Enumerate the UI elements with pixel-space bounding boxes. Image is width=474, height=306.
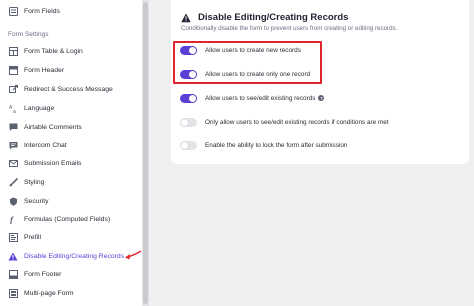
sidebar-item-label: Form Table & Login <box>24 47 83 55</box>
sidebar-item-label: Form Header <box>24 66 65 74</box>
option-label: Allow users to create only one record <box>205 70 311 78</box>
option-label: Allow users to create new records <box>205 46 301 54</box>
sidebar-item-label: Intercom Chat <box>24 141 67 149</box>
sidebar-item-styling[interactable]: Styling <box>8 175 44 189</box>
option-label: Enable the ability to lock the form afte… <box>205 141 348 149</box>
option-lock-after-submission: Enable the ability to lock the form afte… <box>180 139 347 151</box>
sidebar-item-disable-editing[interactable]: Disable Editing/Creating Records <box>8 249 124 263</box>
svg-text:a: a <box>13 109 16 113</box>
toggle-knob <box>189 70 196 78</box>
conditional-edit-toggle[interactable] <box>180 117 197 127</box>
sidebar-item-form-header[interactable]: Form Header <box>8 63 64 77</box>
toggle-knob <box>181 141 188 149</box>
disable-editing-panel: Disable Editing/Creating Records Conditi… <box>171 0 469 164</box>
sidebar-section-label: Form Settings <box>8 31 49 38</box>
create-new-records-toggle[interactable] <box>180 45 197 55</box>
option-create-one-record: Allow users to create only one record <box>180 68 310 80</box>
option-label: Only allow users to see/edit existing re… <box>205 118 389 126</box>
warning-icon <box>8 251 18 261</box>
sidebar-item-form-footer[interactable]: Form Footer <box>8 267 61 281</box>
header-icon <box>8 65 18 75</box>
translate-icon: Aa <box>8 103 18 113</box>
panel-title-text: Disable Editing/Creating Records <box>198 12 349 23</box>
redirect-icon <box>8 84 18 94</box>
sidebar-item-form-table-login[interactable]: Form Table & Login <box>8 44 83 58</box>
sidebar-item-label: Submission Emails <box>24 159 82 167</box>
sidebar-item-label: Airtable Comments <box>24 123 82 131</box>
panel-subtitle: Conditionally disable the form to preven… <box>181 25 398 32</box>
comments-icon <box>8 122 18 132</box>
sidebar-item-label: Redirect & Success Message <box>24 85 113 93</box>
sidebar-scrollbar-thumb[interactable] <box>143 2 148 304</box>
red-arrow-annotation-icon <box>125 250 142 260</box>
lock-after-submission-toggle[interactable] <box>180 140 197 150</box>
sidebar-item-airtable-comments[interactable]: Airtable Comments <box>8 120 82 134</box>
sidebar-item-multi-page-form[interactable]: Multi-page Form <box>8 286 73 300</box>
warning-icon <box>181 13 191 22</box>
toggle-knob <box>181 118 188 126</box>
toggle-knob <box>189 46 196 54</box>
sidebar-item-submission-emails[interactable]: Submission Emails <box>8 156 81 170</box>
prefill-icon <box>8 232 18 242</box>
pages-icon <box>8 288 18 298</box>
sidebar-item-label: Form Footer <box>24 270 62 278</box>
sidebar-item-redirect-success[interactable]: Redirect & Success Message <box>8 82 113 96</box>
sidebar-item-label: Disable Editing/Creating Records <box>24 252 125 260</box>
form-fields-icon <box>8 6 18 16</box>
panel-title: Disable Editing/Creating Records <box>181 12 348 23</box>
sidebar-item-label: Language <box>24 104 55 112</box>
sidebar-item-form-fields[interactable]: Form Fields <box>8 4 60 18</box>
create-one-record-toggle[interactable] <box>180 69 197 79</box>
footer-icon <box>8 269 18 279</box>
sidebar-item-intercom-chat[interactable]: Intercom Chat <box>8 138 67 152</box>
brush-icon <box>8 177 18 187</box>
sidebar-item-security[interactable]: Security <box>8 194 49 208</box>
sidebar-item-label: Multi-page Form <box>24 289 74 297</box>
sidebar-item-label: Styling <box>24 178 45 186</box>
table-icon <box>8 46 18 56</box>
sidebar-item-formulas[interactable]: f Formulas (Computed Fields) <box>8 212 111 226</box>
help-icon[interactable]: ? <box>318 95 325 101</box>
option-see-edit-existing: Allow users to see/edit existing records… <box>180 92 325 104</box>
toggle-knob <box>189 94 196 102</box>
svg-text:f: f <box>10 215 14 224</box>
see-edit-existing-toggle[interactable] <box>180 93 197 103</box>
sidebar-item-label: Form Fields <box>24 7 60 15</box>
option-create-new-records: Allow users to create new records <box>180 44 301 56</box>
sidebar-item-label: Formulas (Computed Fields) <box>24 215 111 223</box>
option-label: Allow users to see/edit existing records <box>205 94 316 102</box>
settings-sidebar: Form Fields Form Settings Form Table & L… <box>0 0 142 306</box>
sidebar-item-prefill[interactable]: Prefill <box>8 230 41 244</box>
chat-icon <box>8 140 18 150</box>
email-icon <box>8 158 18 168</box>
shield-icon <box>8 196 18 206</box>
option-conditional-edit: Only allow users to see/edit existing re… <box>180 116 389 128</box>
function-icon: f <box>8 214 18 224</box>
sidebar-item-language[interactable]: Aa Language <box>8 101 55 115</box>
sidebar-item-label: Security <box>24 197 49 205</box>
sidebar-item-label: Prefill <box>24 233 41 241</box>
